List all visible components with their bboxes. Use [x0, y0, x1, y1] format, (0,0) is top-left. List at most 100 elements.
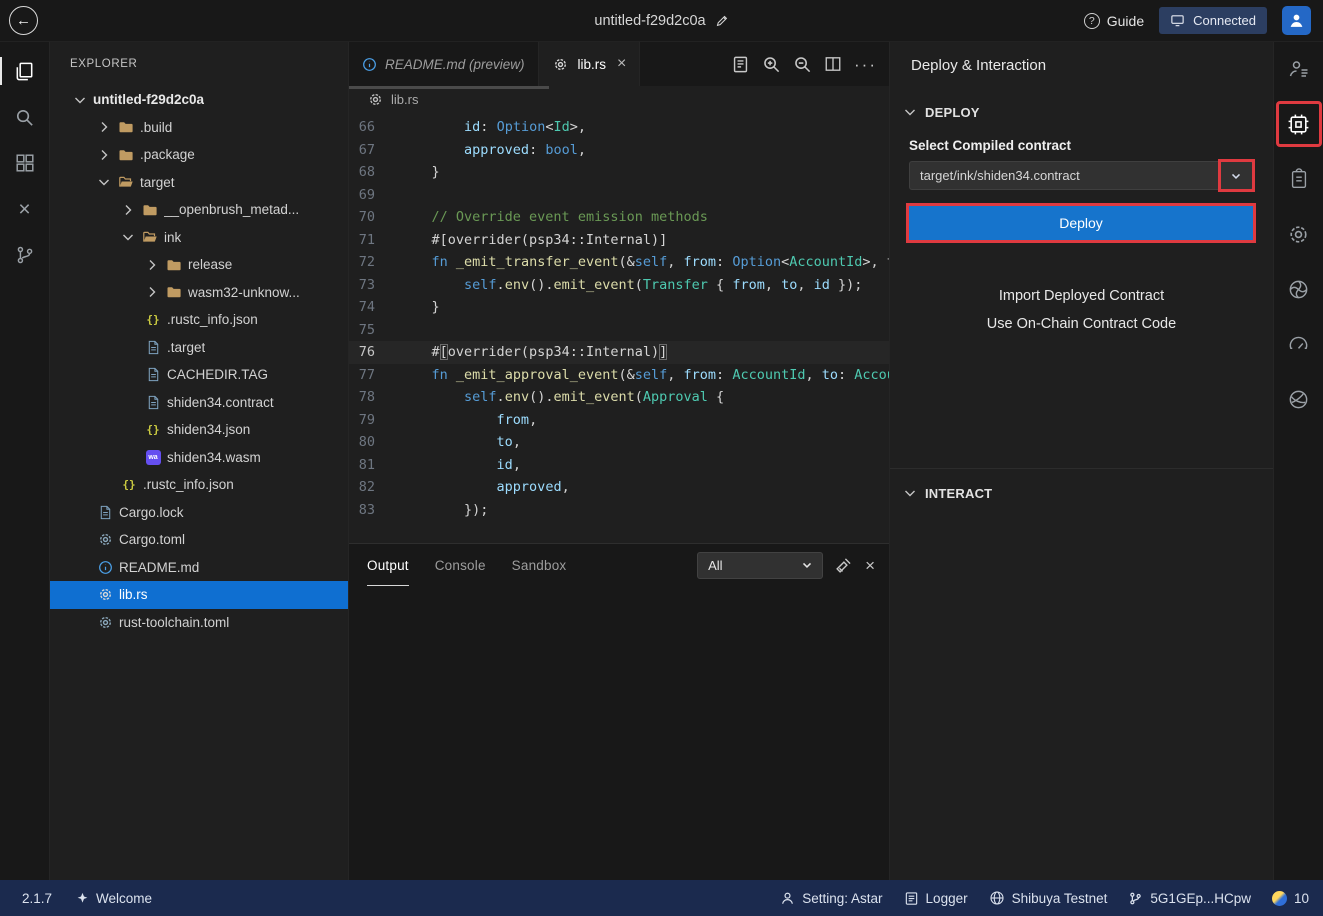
tree-item-ink[interactable]: ink	[50, 224, 348, 252]
use-onchain-code-link[interactable]: Use On-Chain Contract Code	[987, 316, 1176, 332]
activity-item-deploy[interactable]	[1278, 103, 1320, 145]
editor-actions: ···	[731, 42, 889, 86]
window-title: untitled-f29d2c0a	[594, 13, 705, 29]
activity-item-close[interactable]: ×	[0, 186, 50, 232]
status-version[interactable]: 2.1.7	[22, 891, 52, 906]
bottom-panel: Output Console Sandbox All ×	[349, 543, 889, 880]
extensions-icon	[14, 152, 36, 174]
status-balance[interactable]: 10	[1272, 891, 1309, 906]
code-text: #[overrider(psp34::Internal)]	[399, 341, 667, 364]
code-line-83: 83 });	[349, 499, 889, 522]
tree-item-readme-md[interactable]: README.md	[50, 554, 348, 582]
info-icon	[96, 560, 114, 575]
account-button[interactable]	[1282, 6, 1311, 35]
editor-area: README.md (preview)lib.rs× ··· lib.rs 66…	[349, 42, 890, 880]
orbit-icon	[1287, 388, 1310, 411]
status-network[interactable]: Shibuya Testnet	[989, 890, 1108, 906]
connected-badge[interactable]: Connected	[1159, 7, 1267, 34]
activity-item-settings[interactable]	[1278, 213, 1320, 255]
close-tab-icon[interactable]: ×	[617, 55, 626, 73]
activity-item-explorer[interactable]	[0, 48, 50, 94]
tree-item-target[interactable]: .target	[50, 334, 348, 362]
import-deployed-contract-link[interactable]: Import Deployed Contract	[999, 288, 1164, 304]
tree-item-rust-toolchain-toml[interactable]: rust-toolchain.toml	[50, 609, 348, 637]
clear-output-icon[interactable]	[835, 557, 852, 574]
activity-item-accounts[interactable]	[1278, 48, 1320, 90]
tree-item-openbrush-metad[interactable]: __openbrush_metad...	[50, 196, 348, 224]
tree-item-lib-rs[interactable]: lib.rs	[50, 581, 348, 609]
activity-bar-right	[1273, 42, 1323, 880]
line-number: 73	[349, 274, 399, 297]
activity-item-network-tools[interactable]	[1278, 378, 1320, 420]
tree-item-build[interactable]: .build	[50, 114, 348, 142]
select-chevron-icon[interactable]	[1229, 162, 1243, 189]
tab-readme-md-preview[interactable]: README.md (preview)	[349, 42, 539, 86]
tree-item-shiden34-contract[interactable]: shiden34.contract	[50, 389, 348, 417]
status-bar-left: 2.1.7 Welcome	[22, 891, 152, 906]
tab-scrollbar[interactable]	[349, 86, 549, 89]
tree-item-rustc-info-json[interactable]: {}.rustc_info.json	[50, 306, 348, 334]
zoom-in-icon[interactable]	[762, 55, 781, 74]
activity-item-extensions[interactable]	[0, 140, 50, 186]
tree-item-release[interactable]: release	[50, 251, 348, 279]
chevron-right-icon	[144, 284, 160, 300]
tree-item-cargo-toml[interactable]: Cargo.toml	[50, 526, 348, 554]
interact-section-label: INTERACT	[925, 486, 992, 501]
interact-section-header[interactable]: INTERACT	[890, 480, 1273, 506]
activity-item-search[interactable]	[0, 94, 50, 140]
panel-tab-sandbox[interactable]: Sandbox	[512, 544, 567, 586]
panel-tab-output[interactable]: Output	[367, 544, 409, 586]
activity-bar-left: ×	[0, 42, 50, 880]
gauge-icon	[1287, 333, 1310, 356]
tree-item-label: Cargo.lock	[119, 505, 184, 520]
split-editor-icon[interactable]	[824, 55, 842, 73]
code-editor[interactable]: 66 id: Option<Id>,67 approved: bool,68 }…	[349, 113, 889, 543]
files-icon	[13, 60, 36, 83]
tree-item-label: ink	[164, 230, 181, 245]
tree-item-target[interactable]: target	[50, 169, 348, 197]
back-button[interactable]: ←	[9, 6, 38, 35]
code-line-73: 73 self.env().emit_event(Transfer { from…	[349, 274, 889, 297]
close-panel-icon[interactable]: ×	[865, 557, 875, 574]
deploy-section-header[interactable]: DEPLOY	[890, 99, 1273, 125]
tree-item-package[interactable]: .package	[50, 141, 348, 169]
status-logger[interactable]: Logger	[904, 891, 968, 906]
edit-title-icon[interactable]	[715, 14, 729, 28]
tree-item-label: __openbrush_metad...	[164, 202, 299, 217]
compiled-contract-select[interactable]: target/ink/shiden34.contract	[909, 161, 1253, 190]
more-actions-icon[interactable]: ···	[854, 56, 877, 73]
activity-item-source-control[interactable]	[0, 232, 50, 278]
line-number: 70	[349, 206, 399, 229]
tree-item-shiden34-wasm[interactable]: washiden34.wasm	[50, 444, 348, 472]
status-account-address[interactable]: 5G1GEp...HCpw	[1128, 891, 1251, 906]
line-number: 78	[349, 386, 399, 409]
tree-item-wasm32-unknow[interactable]: wasm32-unknow...	[50, 279, 348, 307]
guide-button[interactable]: ?Guide	[1084, 13, 1144, 29]
status-balance-label: 10	[1294, 891, 1309, 906]
open-preview-icon[interactable]	[731, 55, 750, 74]
tree-item-cargo-lock[interactable]: Cargo.lock	[50, 499, 348, 527]
tab-lib-rs[interactable]: lib.rs×	[539, 42, 641, 86]
tree-item-untitled-f29d2c0a[interactable]: untitled-f29d2c0a	[50, 86, 348, 114]
person-icon	[780, 891, 795, 906]
activity-item-contracts[interactable]	[1278, 158, 1320, 200]
chevron-right-icon	[120, 202, 136, 218]
zoom-out-icon[interactable]	[793, 55, 812, 74]
line-number: 74	[349, 296, 399, 319]
json-icon: {}	[120, 479, 138, 490]
tree-item-rustc-info-json[interactable]: {}.rustc_info.json	[50, 471, 348, 499]
activity-item-assistant[interactable]	[1278, 268, 1320, 310]
tree-item-cachedir-tag[interactable]: CACHEDIR.TAG	[50, 361, 348, 389]
tree-item-shiden34-json[interactable]: {}shiden34.json	[50, 416, 348, 444]
tree-item-label: shiden34.contract	[167, 395, 274, 410]
status-setting-astar[interactable]: Setting: Astar	[780, 891, 882, 906]
app-window: ← untitled-f29d2c0a ?Guide Connected × E…	[0, 0, 1323, 916]
output-filter-dropdown[interactable]: All	[697, 552, 823, 579]
line-number: 76	[349, 341, 399, 364]
activity-item-gas-gauge[interactable]	[1278, 323, 1320, 365]
breadcrumb-label: lib.rs	[391, 92, 418, 107]
line-number: 77	[349, 364, 399, 387]
status-welcome[interactable]: Welcome	[76, 891, 152, 906]
panel-tab-console[interactable]: Console	[435, 544, 486, 586]
deploy-button[interactable]: Deploy	[909, 206, 1253, 240]
